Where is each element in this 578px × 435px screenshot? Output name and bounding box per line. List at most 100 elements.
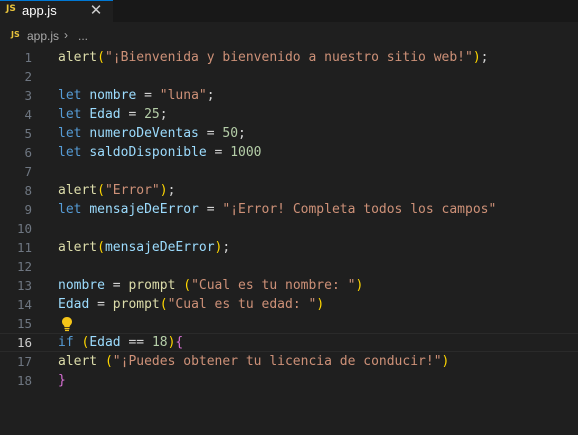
line-number: 7 [24, 164, 32, 179]
code-line[interactable]: 8 alert("Error"); [0, 181, 578, 200]
code-line[interactable]: 4 let Edad = 25; [0, 105, 578, 124]
code-text: nombre = prompt ("Cual es tu nombre: ") [58, 276, 363, 295]
code-token: = [206, 145, 231, 160]
code-token: let [58, 145, 82, 160]
code-line[interactable]: 17 alert ("¡Puedes obtener tu licencia de… [0, 352, 578, 371]
code-text: } [58, 371, 66, 390]
lightbulb-icon[interactable] [60, 316, 74, 332]
code-token: 1000 [230, 145, 262, 160]
code-token: ; [206, 88, 215, 103]
javascript-file-icon: JS [6, 4, 16, 14]
code-token: = [198, 126, 223, 141]
code-token: ( [97, 240, 105, 255]
line-number: 15 [16, 316, 32, 331]
code-token: = [198, 202, 223, 217]
tab-bar: JS app.js ✕ [0, 0, 578, 22]
code-line[interactable]: 3 let nombre = "luna"; [0, 86, 578, 105]
line-number: 6 [24, 145, 32, 160]
javascript-file-icon: JS [11, 30, 20, 39]
code-line[interactable]: 14 Edad = prompt("Cual es tu edad: ") [0, 295, 578, 314]
code-line[interactable]: 7 [0, 162, 578, 181]
code-token: ; [159, 107, 168, 122]
code-token: if [58, 335, 74, 350]
code-line[interactable]: 12 [0, 257, 578, 276]
code-token: ; [238, 126, 246, 141]
code-line[interactable]: 9 let mensajeDeError = "¡Error! Completa … [0, 200, 578, 219]
code-token: saldoDisponible [89, 145, 207, 160]
code-token: "¡Bienvenida y bienvenido a nuestro siti… [104, 50, 473, 65]
line-number: 4 [24, 107, 32, 122]
code-line[interactable]: 1 alert("¡Bienvenida y bienvenido a nuest… [0, 48, 578, 67]
code-token: prompt [128, 278, 176, 293]
code-token: { [175, 335, 184, 350]
code-token: ) [159, 183, 168, 198]
line-number: 5 [24, 126, 32, 141]
line-number: 17 [16, 354, 32, 369]
line-number: 13 [16, 278, 32, 293]
code-line[interactable]: 13 nombre = prompt ("Cual es tu nombre: "… [0, 276, 578, 295]
code-text: let mensajeDeError = "¡Error! Completa t… [58, 200, 496, 219]
line-number: 16 [16, 335, 32, 350]
code-token: Edad [58, 297, 90, 312]
code-line[interactable]: 15 [0, 314, 578, 333]
code-token: = [89, 297, 113, 312]
code-text: if (Edad == 18){ [58, 333, 183, 352]
code-token: "¡Error! Completa todos los campos" [222, 202, 497, 217]
code-token: "Cual es tu edad: " [167, 297, 317, 312]
line-number: 1 [24, 50, 32, 65]
code-token: ( [104, 354, 113, 369]
line-number: 11 [16, 240, 32, 255]
code-token: let [58, 88, 82, 103]
code-token: prompt [112, 297, 160, 312]
code-line[interactable]: 5 let numeroDeVentas = 50; [0, 124, 578, 143]
code-line[interactable]: 16 if (Edad == 18){ [0, 333, 578, 352]
code-line[interactable]: 10 [0, 219, 578, 238]
code-editor[interactable]: 1 alert("¡Bienvenida y bienvenido a nuest… [0, 48, 578, 435]
breadcrumb: JS app.js › ... [0, 27, 578, 45]
line-number: 2 [24, 69, 32, 84]
code-token: "luna" [159, 88, 207, 103]
line-number: 3 [24, 88, 32, 103]
code-text: let Edad = 25; [58, 105, 168, 124]
code-token: let [58, 202, 82, 217]
line-number: 8 [24, 183, 32, 198]
code-token: "Cual es tu nombre: " [191, 278, 356, 293]
line-number: 9 [24, 202, 32, 217]
code-token: 50 [222, 126, 239, 141]
code-token: Edad [89, 335, 121, 350]
code-text: let saldoDisponible = 1000 [58, 143, 262, 162]
chevron-right-icon: › [64, 28, 68, 42]
code-token: alert [58, 240, 98, 255]
code-token: = [104, 278, 129, 293]
code-line[interactable]: 2 [0, 67, 578, 86]
code-token: Edad [89, 107, 121, 122]
code-token: ( [97, 50, 105, 65]
code-line[interactable]: 18} [0, 371, 578, 390]
code-text: Edad = prompt("Cual es tu edad: ") [58, 295, 324, 314]
code-text: let nombre = "luna"; [58, 86, 215, 105]
code-token: ; [480, 50, 489, 65]
code-token: let [58, 107, 82, 122]
code-token: ( [183, 278, 192, 293]
code-token: } [58, 373, 66, 388]
code-line[interactable]: 6 let saldoDisponible = 1000 [0, 143, 578, 162]
code-token: mensajeDeError [104, 240, 215, 255]
breadcrumb-symbols[interactable]: ... [78, 29, 88, 43]
tab-app-js[interactable]: JS app.js ✕ [0, 0, 113, 22]
breadcrumb-file[interactable]: app.js [27, 29, 59, 43]
close-icon[interactable]: ✕ [88, 1, 104, 21]
code-token: alert [58, 354, 98, 369]
code-token: numeroDeVentas [89, 126, 199, 141]
line-number: 14 [16, 297, 32, 312]
code-line[interactable]: 11 alert(mensajeDeError); [0, 238, 578, 257]
code-token: 25 [144, 107, 160, 122]
code-token: let [58, 126, 82, 141]
code-text: alert(mensajeDeError); [58, 238, 230, 257]
code-token: nombre [58, 278, 105, 293]
code-token: alert [58, 50, 98, 65]
code-token: == [120, 335, 152, 350]
code-token: "¡Puedes obtener tu licencia de conducir… [112, 354, 442, 369]
code-text: let numeroDeVentas = 50; [58, 124, 246, 143]
code-token: alert [58, 183, 98, 198]
